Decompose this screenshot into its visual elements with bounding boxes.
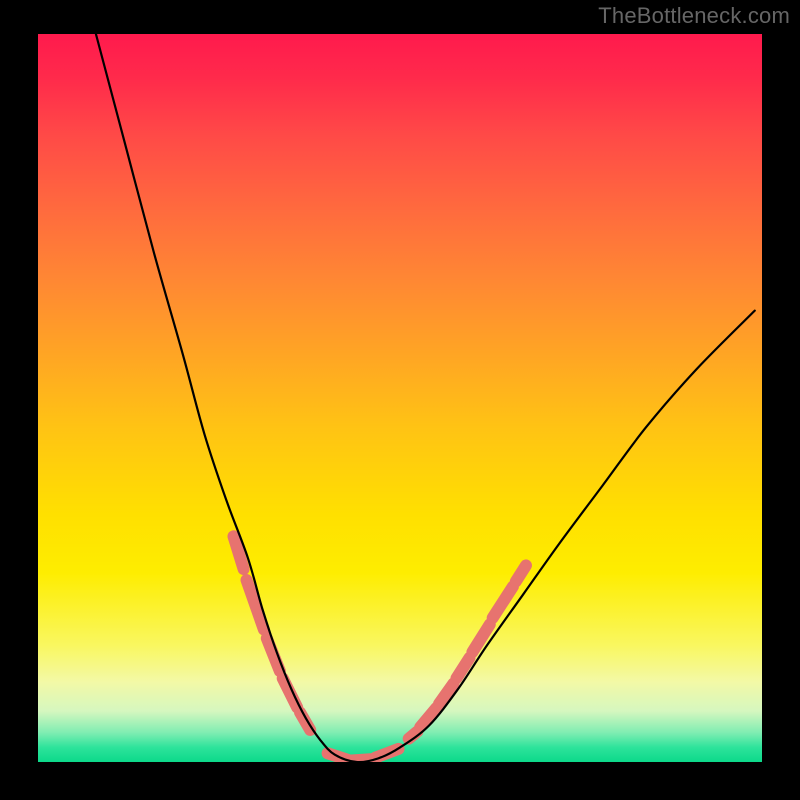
chart-curve [96,34,755,762]
chart-svg [38,34,762,762]
chart-plot-area [38,34,762,762]
chart-highlight-group [233,536,526,760]
watermark-text: TheBottleneck.com [598,3,790,29]
chart-highlight-segment [439,683,453,703]
chart-highlight-segment [472,624,489,652]
chart-highlight-segment [420,708,436,727]
chart-highlight-segment [283,678,297,707]
chart-highlight-segment [516,565,526,581]
